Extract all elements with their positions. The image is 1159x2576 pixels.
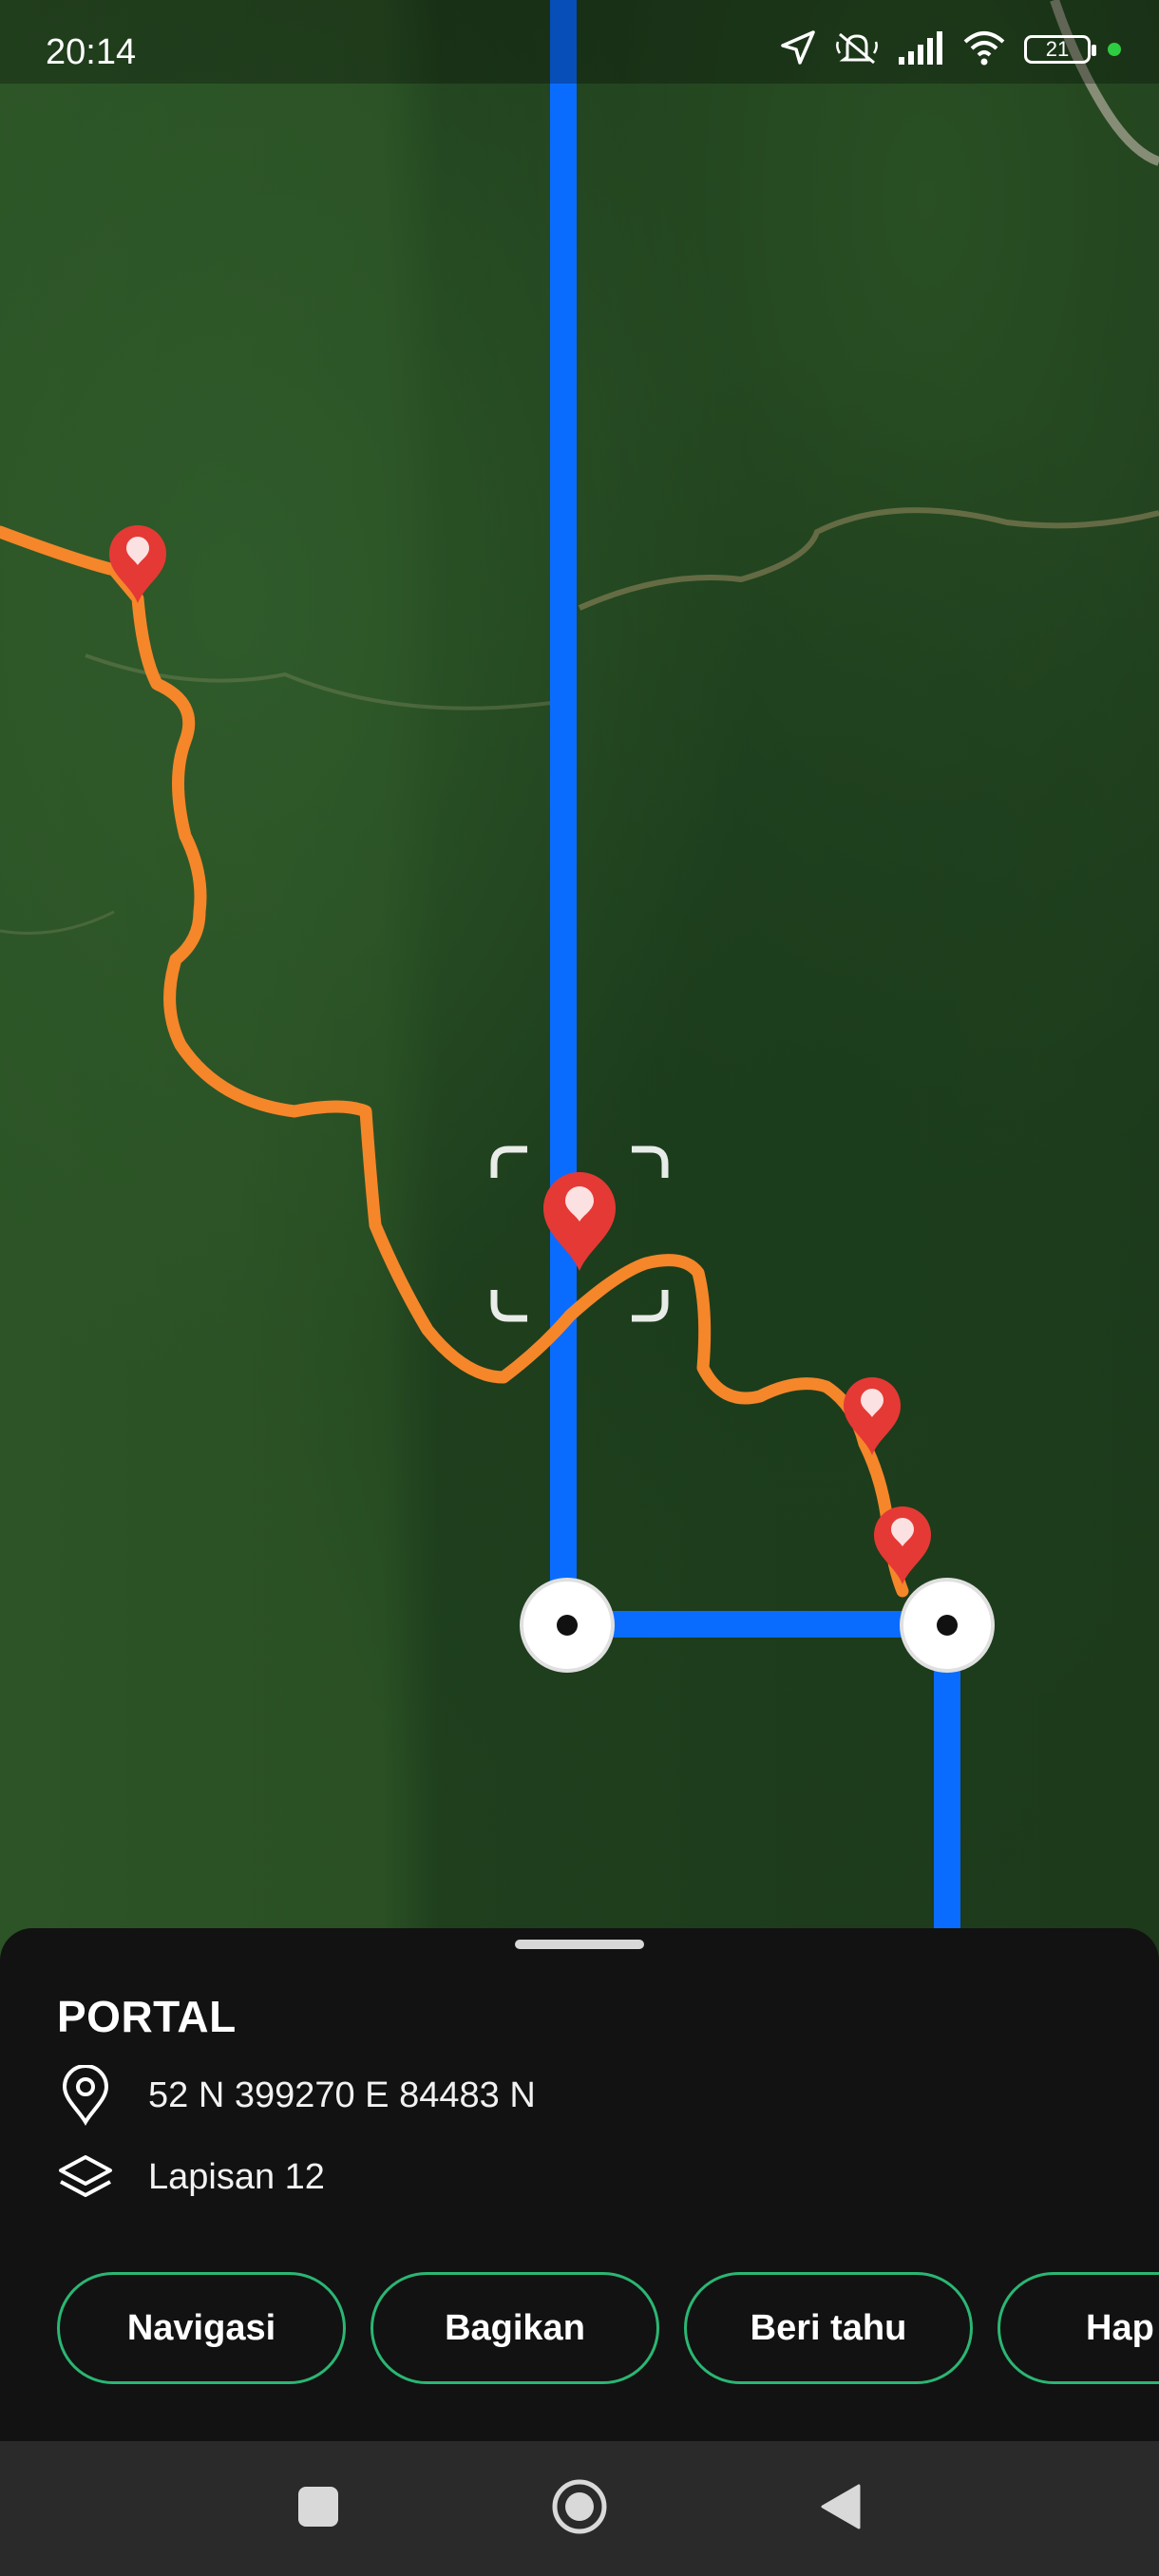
recording-dot xyxy=(1108,43,1121,56)
layers-icon xyxy=(57,2147,114,2207)
waypoint-title: PORTAL xyxy=(57,1992,237,2041)
map-marker xyxy=(844,1377,901,1455)
status-time: 20:14 xyxy=(46,32,137,72)
route-waypoint xyxy=(520,1578,615,1673)
route-waypoint xyxy=(900,1578,995,1673)
back-button[interactable] xyxy=(798,2441,884,2576)
coordinates-row: 52 N 399270 E 84483 N xyxy=(57,2065,536,2126)
map-view[interactable] xyxy=(0,0,1159,1995)
share-button[interactable]: Bagikan xyxy=(370,2272,659,2384)
layer-row: Lapisan 12 xyxy=(57,2147,325,2207)
layer-text: Lapisan 12 xyxy=(148,2156,325,2197)
system-nav-bar xyxy=(0,2441,1159,2576)
action-buttons: Navigasi Bagikan Beri tahu Hap xyxy=(57,2272,1159,2384)
status-bar: 20:14 21 xyxy=(0,0,1159,84)
location-arrow-icon xyxy=(779,28,817,71)
coordinates-text: 52 N 399270 E 84483 N xyxy=(148,2074,536,2115)
river-line xyxy=(0,910,115,935)
drag-handle[interactable] xyxy=(515,1940,644,1949)
battery-level: 21 xyxy=(1045,37,1070,61)
navigate-button[interactable]: Navigasi xyxy=(57,2272,346,2384)
track-line xyxy=(0,525,909,1598)
map-overlay xyxy=(0,0,1159,1995)
status-icons: 21 xyxy=(779,28,1121,70)
back-triangle-icon xyxy=(819,2483,863,2535)
wifi-icon xyxy=(961,28,1007,71)
bottom-sheet: PORTAL 52 N 399270 E 84483 N Lapisan 12 … xyxy=(0,1928,1159,2441)
route-line xyxy=(550,0,960,1995)
recents-square-icon xyxy=(296,2485,340,2533)
recents-button[interactable] xyxy=(276,2441,361,2576)
notify-button[interactable]: Beri tahu xyxy=(684,2272,973,2384)
location-pin-icon xyxy=(57,2065,114,2126)
river-line xyxy=(578,507,1159,611)
delete-button[interactable]: Hap xyxy=(998,2272,1159,2384)
battery-icon: 21 xyxy=(1024,35,1096,64)
signal-icon xyxy=(897,30,944,69)
home-button[interactable] xyxy=(537,2441,622,2576)
map-marker xyxy=(109,525,166,603)
map-marker xyxy=(874,1506,931,1584)
mute-icon xyxy=(834,28,880,71)
screen: 20:14 21 PORTAL 52 N 399270 E 84483 N La… xyxy=(0,0,1159,2576)
home-circle-icon xyxy=(551,2478,608,2540)
